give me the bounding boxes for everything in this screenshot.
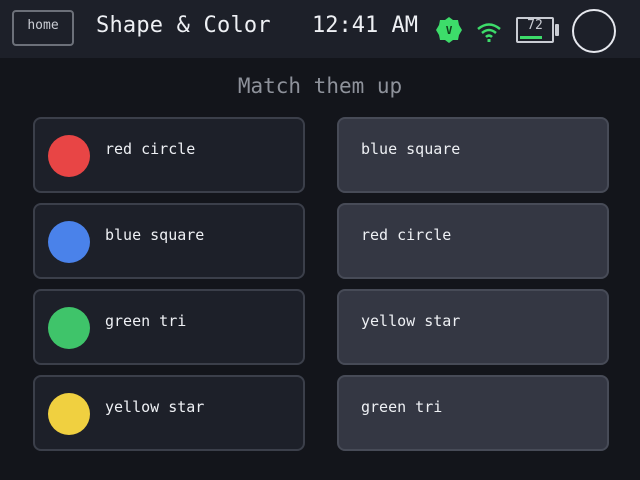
right-card-label: green tri xyxy=(361,398,443,416)
home-button[interactable]: home xyxy=(12,10,74,46)
left-card-label: red circle xyxy=(105,140,196,158)
left-card-label: blue square xyxy=(105,226,205,244)
left-card-red-circle[interactable]: red circle xyxy=(33,117,305,193)
prompt-text: Match them up xyxy=(237,74,403,98)
profile-circle-icon[interactable] xyxy=(572,9,616,53)
battery-fill xyxy=(520,36,542,39)
left-card-blue-square[interactable]: blue square xyxy=(33,203,305,279)
top-bar: home Shape & Color 12:41 AM V 72 xyxy=(0,0,640,58)
color-swatch-icon xyxy=(48,307,90,349)
wifi-icon xyxy=(476,20,502,44)
color-swatch-icon xyxy=(48,221,90,263)
right-card-label: red circle xyxy=(361,226,452,244)
right-card-blue-square[interactable]: blue square xyxy=(337,117,609,193)
right-card-green-tri[interactable]: green tri xyxy=(337,375,609,451)
right-card-label: yellow star xyxy=(361,312,461,330)
left-card-green-tri[interactable]: green tri xyxy=(33,289,305,365)
left-card-label: green tri xyxy=(105,312,187,330)
verified-badge-icon: V xyxy=(436,17,462,43)
color-swatch-icon xyxy=(48,135,90,177)
home-button-label: home xyxy=(27,17,59,33)
right-card-red-circle[interactable]: red circle xyxy=(337,203,609,279)
battery-cap xyxy=(555,24,559,36)
battery-icon: 72 xyxy=(516,17,554,43)
left-card-label: yellow star xyxy=(105,398,205,416)
color-swatch-icon xyxy=(48,393,90,435)
left-card-yellow-star[interactable]: yellow star xyxy=(33,375,305,451)
right-card-yellow-star[interactable]: yellow star xyxy=(337,289,609,365)
badge-letter: V xyxy=(445,23,453,37)
clock: 12:41 AM xyxy=(312,13,418,38)
app-title: Shape & Color xyxy=(96,13,271,38)
right-card-label: blue square xyxy=(361,140,461,158)
battery-level: 72 xyxy=(527,18,543,33)
